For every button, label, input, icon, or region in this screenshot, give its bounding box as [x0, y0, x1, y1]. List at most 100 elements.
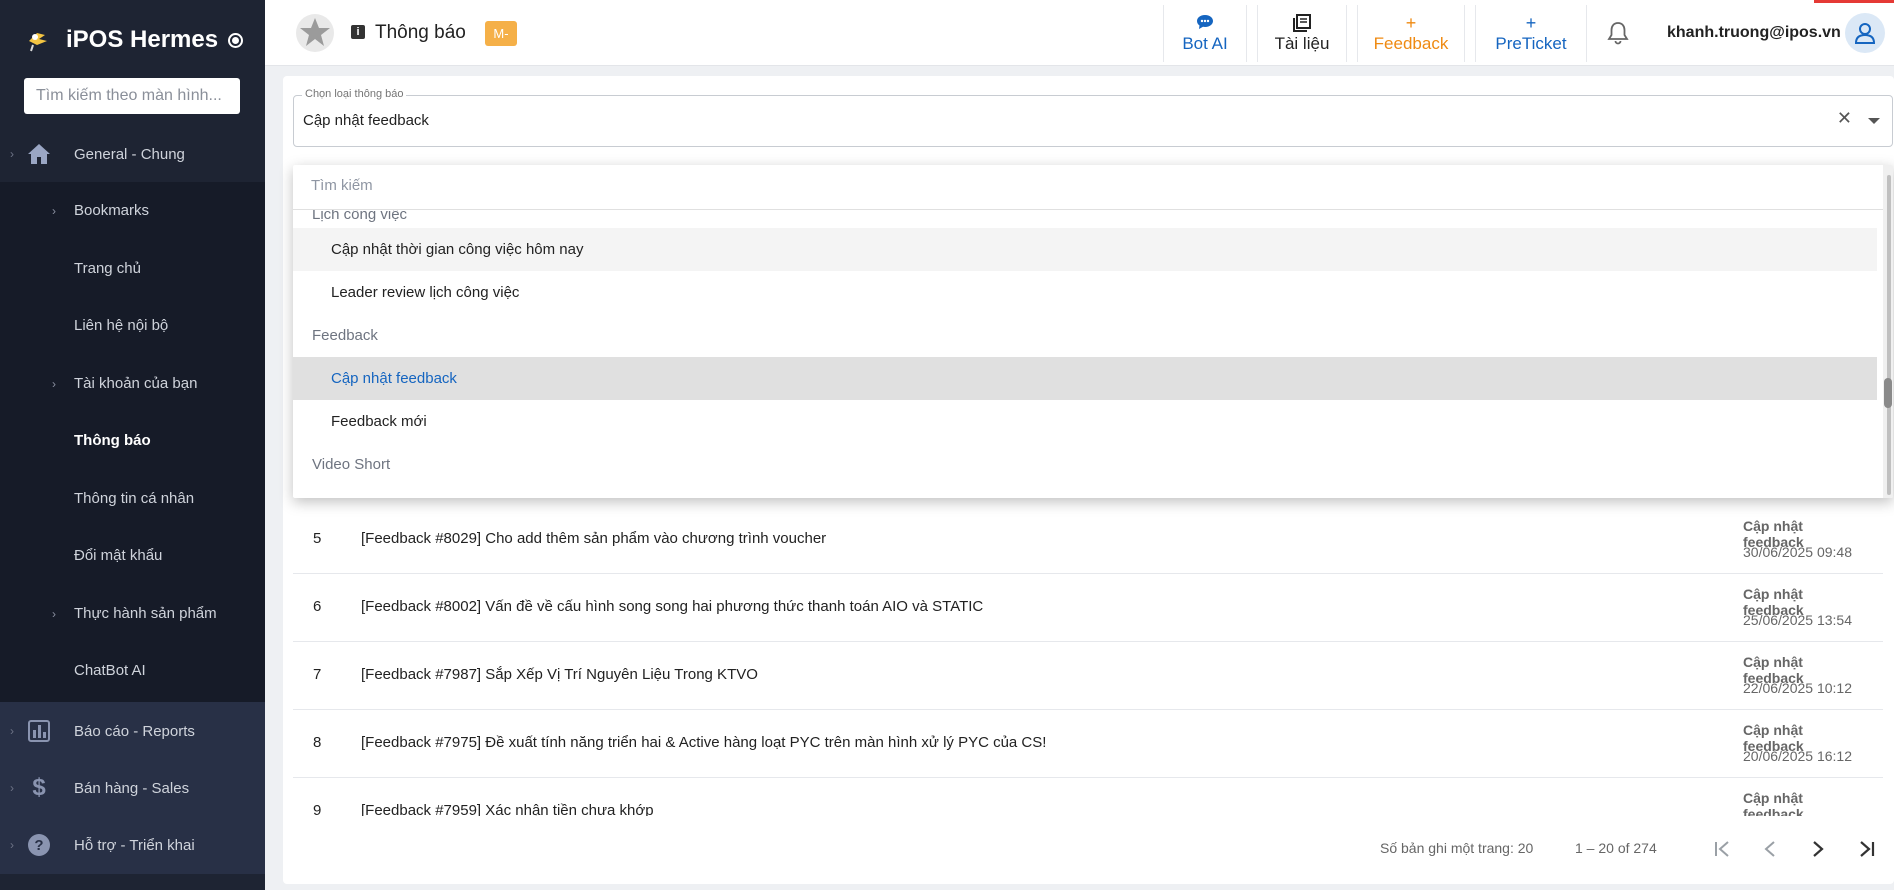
docs-label: Tài liệu	[1274, 33, 1330, 53]
select-legend: Chọn loại thông báo	[302, 88, 407, 100]
dropdown-group-label: Feedback	[312, 327, 378, 344]
dropdown-list: Lịch công việc Cập nhật thời gian công v…	[293, 210, 1877, 498]
scrollbar-track	[1887, 175, 1891, 495]
row-number: 9	[313, 802, 322, 816]
row-date: 20/06/2025 16:12	[1743, 748, 1852, 764]
sidebar-item-change-password[interactable]: Đổi mật khẩu	[0, 527, 265, 584]
brand-name: iPOS Hermes	[66, 26, 219, 53]
nav-group-support[interactable]: › ? Hỗ trợ - Triển khai	[0, 816, 265, 874]
nav-group-label: Bán hàng - Sales	[74, 779, 190, 797]
row-title: [Feedback #7987] Sắp Xếp Vị Trí Nguyên L…	[361, 666, 758, 683]
first-page-icon[interactable]	[1708, 834, 1738, 864]
table-row[interactable]: 6 [Feedback #8002] Vấn đề về cấu hình so…	[293, 574, 1883, 642]
row-title: [Feedback #8002] Vấn đề về cấu hình song…	[361, 598, 984, 615]
row-number: 6	[313, 598, 322, 615]
hermes-logo-icon	[22, 24, 54, 56]
bell-icon[interactable]	[1605, 20, 1631, 46]
chevron-right-icon: ›	[10, 781, 14, 795]
sidebar-item-label: Thông báo	[74, 432, 151, 449]
info-icon: i	[351, 25, 365, 39]
sidebar-item-account[interactable]: › Tài khoản của bạn	[0, 355, 265, 412]
scrollbar-thumb[interactable]	[1884, 378, 1892, 408]
svg-text:?: ?	[34, 837, 43, 854]
dropdown-option-selected[interactable]: Cập nhật feedback	[293, 357, 1877, 400]
sidebar-item-label: Đổi mật khẩu	[74, 547, 163, 564]
dropdown-scrollbar[interactable]	[1883, 165, 1893, 498]
status-badge: M-	[485, 21, 517, 46]
table-row[interactable]: 5 [Feedback #8029] Cho add thêm sản phẩm…	[293, 506, 1883, 574]
dollar-icon: $	[32, 774, 46, 801]
chevron-right-icon: ›	[52, 203, 56, 218]
plus-icon: +	[1405, 12, 1417, 33]
avatar[interactable]	[1845, 13, 1885, 53]
sidebar-item-label: Thông tin cá nhân	[74, 490, 195, 507]
feedback-label: Feedback	[1373, 33, 1449, 53]
sidebar-item-notifications[interactable]: Thông báo	[0, 412, 265, 469]
sidebar: iPOS Hermes › General - Chung › Bookmark…	[0, 0, 265, 890]
chevron-right-icon: ›	[52, 376, 56, 391]
last-page-icon[interactable]	[1851, 834, 1881, 864]
star-icon	[296, 14, 334, 52]
table-row[interactable]: 9 [Feedback #7959] Xác nhận tiền chưa kh…	[293, 778, 1883, 816]
row-date: 22/06/2025 10:12	[1743, 680, 1852, 696]
dropdown-option[interactable]: Cập nhật thời gian công việc hôm nay	[293, 228, 1877, 271]
row-number: 5	[313, 530, 322, 547]
row-title: [Feedback #8029] Cho add thêm sản phẩm v…	[361, 530, 827, 547]
caret-down-icon[interactable]	[1868, 118, 1880, 124]
dropdown-group-label: Video Short	[312, 456, 391, 473]
sidebar-search-input[interactable]	[24, 78, 240, 114]
next-page-icon[interactable]	[1803, 834, 1833, 864]
sidebar-item-chatbot[interactable]: ChatBot AI	[0, 642, 265, 699]
docs-button[interactable]: Tài liệu	[1257, 5, 1347, 62]
chevron-right-icon: ›	[52, 606, 56, 621]
dropdown-option[interactable]: Leader review lịch công việc	[293, 271, 1877, 314]
feedback-button[interactable]: + Feedback	[1357, 5, 1465, 62]
home-icon	[26, 141, 52, 167]
table-row[interactable]: 8 [Feedback #7975] Đề xuất tính năng tri…	[293, 710, 1883, 778]
preticket-button[interactable]: + PreTicket	[1475, 5, 1587, 62]
bar-chart-icon	[26, 718, 52, 744]
nav-group-general[interactable]: › General - Chung	[0, 125, 265, 183]
user-icon	[1854, 23, 1876, 44]
bot-ai-button[interactable]: Bot AI	[1163, 5, 1247, 62]
select-value: Cập nhật feedback	[303, 112, 429, 129]
sidebar-item-profile[interactable]: Thông tin cá nhân	[0, 470, 265, 527]
dropdown-option[interactable]: Feedback mới	[293, 400, 1877, 443]
user-email[interactable]: khanh.truong@ipos.vn	[1667, 24, 1841, 42]
nav-group-label: Hỗ trợ - Triển khai	[74, 836, 195, 854]
clear-icon[interactable]: ✕	[1837, 108, 1852, 129]
nav-group-reports[interactable]: › Báo cáo - Reports	[0, 702, 265, 760]
prev-page-icon[interactable]	[1755, 834, 1785, 864]
sidebar-item-label: ChatBot AI	[74, 662, 146, 679]
preticket-label: PreTicket	[1495, 33, 1567, 53]
chat-icon	[1196, 14, 1214, 34]
page-range: 1 – 20 of 274	[1575, 840, 1657, 856]
help-icon: ?	[26, 832, 52, 858]
rows-per-page[interactable]: Số bản ghi một trang: 20	[1380, 840, 1533, 856]
row-type: Cập nhật feedback	[1743, 790, 1804, 816]
row-date: 25/06/2025 13:54	[1743, 612, 1852, 628]
top-accent-bar	[1814, 0, 1894, 3]
pagination: Số bản ghi một trang: 20 1 – 20 of 274	[283, 820, 1894, 880]
row-title: [Feedback #7975] Đề xuất tính năng triển…	[361, 734, 1047, 751]
table-row[interactable]: 7 [Feedback #7987] Sắp Xếp Vị Trí Nguyên…	[293, 642, 1883, 710]
sidebar-item-label: Trang chủ	[74, 260, 141, 277]
bot-ai-label: Bot AI	[1182, 33, 1228, 53]
sidebar-item-label: Liên hệ nội bộ	[74, 317, 169, 334]
radio-icon[interactable]	[228, 32, 244, 48]
sidebar-item-practice[interactable]: › Thực hành sản phẩm	[0, 585, 265, 642]
nav-group-sales[interactable]: › $ Bán hàng - Sales	[0, 759, 265, 817]
sidebar-item-bookmarks[interactable]: › Bookmarks	[0, 182, 265, 239]
page-title: Thông báo	[375, 22, 466, 43]
notification-type-select[interactable]: Chọn loại thông báo Cập nhật feedback ✕	[293, 88, 1893, 147]
sidebar-item-label: Tài khoản của bạn	[74, 375, 198, 392]
row-date: 30/06/2025 09:48	[1743, 544, 1852, 560]
dropdown-search-input[interactable]	[311, 177, 1111, 194]
row-number: 8	[313, 734, 322, 751]
chevron-right-icon: ›	[10, 838, 14, 852]
chevron-right-icon: ›	[10, 724, 14, 738]
sidebar-item-home[interactable]: Trang chủ	[0, 240, 265, 297]
sidebar-item-contacts[interactable]: Liên hệ nội bộ	[0, 297, 265, 354]
book-icon	[1293, 13, 1311, 34]
brand[interactable]: iPOS Hermes	[22, 22, 244, 58]
